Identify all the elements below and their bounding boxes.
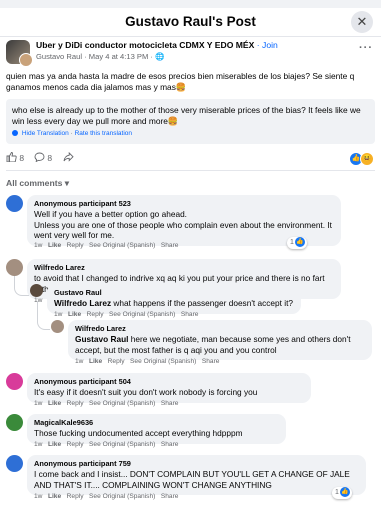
comment-share-link[interactable]: Share [181,311,199,318]
comment-author[interactable]: Wilfredo Larez [34,263,334,273]
comment-like-link[interactable]: Like [48,400,61,407]
comment-author[interactable]: Anonymous participant 759 [34,459,359,469]
post-dialog-header: Gustavo Raul's Post ✕ [0,8,381,37]
reply-item: Wilfredo Larez Gustavo Raul here we nego… [51,320,375,370]
author-avatar[interactable] [19,53,33,67]
see-original-link[interactable]: See Original (Spanish) [89,400,155,407]
comment-meta: 1w Like Reply See Original (Spanish) Sha… [54,311,199,318]
comment-text: It's easy if it doesn't suit you don't w… [34,387,258,397]
comment-meta: 1w Like Reply See Original (Spanish) Sha… [34,493,179,500]
comment-meta: 1w Like Reply See Original (Spanish) Sha… [34,400,179,407]
comment-share-link[interactable]: Share [161,400,179,407]
like-count: 8 [19,153,25,163]
thumbs-up-icon [6,152,17,163]
comment-sort-dropdown[interactable]: All comments ▾ [6,178,69,189]
comment-bubble: Anonymous participant 504 It's easy if i… [27,373,311,403]
anonymous-avatar[interactable] [6,373,23,390]
see-original-link[interactable]: See Original (Spanish) [130,358,196,365]
post-actions: 8 8 👍 😆 [6,150,375,168]
comment-action[interactable]: 8 [34,152,52,163]
user-avatar[interactable] [6,259,23,276]
rate-translation-link[interactable]: Rate this translation [75,130,132,137]
comment-meta: 1w Like Reply See Original (Spanish) Sha… [75,358,220,365]
comment-share-link[interactable]: Share [161,441,179,448]
user-avatar[interactable] [6,414,23,431]
more-options-icon[interactable]: ··· [359,42,373,54]
comment-reply-link[interactable]: Reply [67,493,84,500]
comment-author[interactable]: Anonymous participant 523 [34,199,334,209]
close-button[interactable]: ✕ [351,11,373,33]
comment-reply-link[interactable]: Reply [67,400,84,407]
anonymous-avatar[interactable] [6,195,23,212]
globe-icon: 🌐 [155,52,165,61]
comment-count: 8 [47,153,53,163]
laugh-reaction-icon: 😆 [360,152,374,166]
comment-text: I come back and I insist... DON'T COMPLA… [34,469,350,490]
comment-reply-link[interactable]: Reply [67,242,84,249]
user-avatar[interactable] [51,320,64,333]
see-original-link[interactable]: See Original (Spanish) [89,242,155,249]
comment-text: Well if you have a better option go ahea… [34,209,332,240]
share-icon [63,151,74,162]
comment-item: Anonymous participant 504 It's easy if i… [6,373,375,410]
comment-like-badge[interactable]: 1 👍 [287,237,307,249]
post-header: Uber y DiDi conductor motocicleta CDMX Y… [6,40,375,67]
like-action[interactable]: 8 [6,152,24,163]
comment-bubble: Anonymous participant 759 I come back an… [27,455,366,495]
comment-icon [34,152,45,163]
comment-like-link[interactable]: Like [48,242,61,249]
comment-item: Anonymous participant 759 I come back an… [6,455,375,507]
mention-link[interactable]: Wilfredo Larez [54,298,111,308]
comment-reply-link[interactable]: Reply [87,311,104,318]
anonymous-avatar[interactable] [6,455,23,472]
comment-author[interactable]: Anonymous participant 504 [34,377,304,387]
reaction-summary[interactable]: 👍 😆 [349,152,375,166]
thread-line [37,301,50,330]
comment-reply-link[interactable]: Reply [67,441,84,448]
comment-like-link[interactable]: Like [89,358,102,365]
share-action[interactable] [63,151,74,163]
comment-share-link[interactable]: Share [161,493,179,500]
comment-like-link[interactable]: Like [68,311,81,318]
comment-bubble: MagicalKale9636 Those fucking undocument… [27,414,286,444]
like-reaction-icon: 👍 [339,487,350,498]
reply-item: Gustavo Raul Wilfredo Larez what happens… [30,284,375,324]
like-reaction-icon: 👍 [294,237,305,248]
comment-meta: 1w Like Reply See Original (Spanish) Sha… [34,441,179,448]
close-icon: ✕ [356,14,368,29]
post-date[interactable]: · May 4 at 4:13 PM · [84,52,155,61]
divider [6,170,375,171]
author-name-link[interactable]: Gustavo Raul [36,52,82,61]
comment-item: MagicalKale9636 Those fucking undocument… [6,414,375,451]
translate-icon [12,130,18,137]
comment-like-link[interactable]: Like [48,493,61,500]
comment-like-link[interactable]: Like [48,441,61,448]
comment-reply-link[interactable]: Reply [108,358,125,365]
thread-line [14,276,29,296]
see-original-link[interactable]: See Original (Spanish) [89,441,155,448]
comment-item: Anonymous participant 523 Well if you ha… [6,195,375,250]
comment-text: what happens if the passenger doesn't ac… [111,298,294,308]
see-original-link[interactable]: See Original (Spanish) [109,311,175,318]
post-text: quien mas ya anda hasta la madre de esos… [6,71,355,92]
comment-like-badge[interactable]: 1 👍 [332,487,352,499]
comment-author[interactable]: Gustavo Raul [54,288,294,298]
comment-share-link[interactable]: Share [202,358,220,365]
join-link[interactable]: · Join [257,40,278,50]
comment-bubble: Gustavo Raul Wilfredo Larez what happens… [47,284,301,314]
comment-share-link[interactable]: Share [161,242,179,249]
see-original-link[interactable]: See Original (Spanish) [89,493,155,500]
group-name-link[interactable]: Uber y DiDi conductor motocicleta CDMX Y… [36,40,254,50]
comment-author[interactable]: MagicalKale9636 [34,418,279,428]
user-avatar[interactable] [30,284,43,297]
hide-translation-link[interactable]: Hide Translation [22,130,69,137]
dialog-title: Gustavo Raul's Post [125,14,256,29]
translation-text: who else is already up to the mother of … [12,105,361,126]
comment-author[interactable]: Wilfredo Larez [75,324,365,334]
comment-text: Those fucking undocumented accept everyt… [34,428,243,438]
translation-box: who else is already up to the mother of … [6,99,375,144]
comment-meta: 1w Like Reply See Original (Spanish) Sha… [34,242,179,249]
mention-link[interactable]: Gustavo Raul [75,334,128,344]
comment-bubble: Wilfredo Larez Gustavo Raul here we nego… [68,320,372,360]
